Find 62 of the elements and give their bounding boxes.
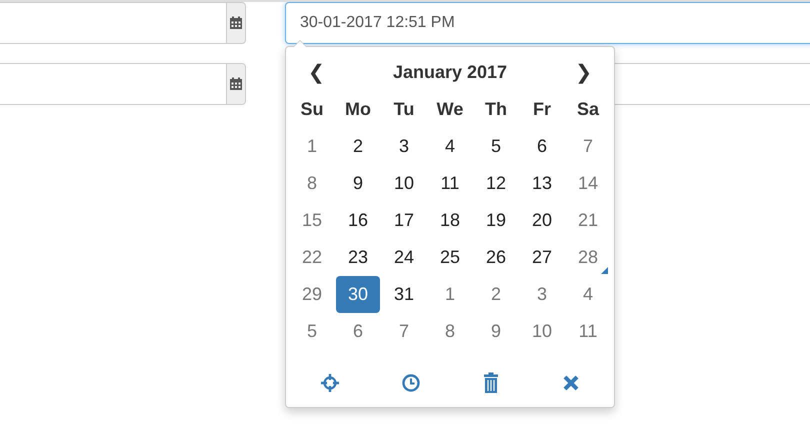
day-cell[interactable]: 6	[520, 128, 564, 165]
weekday-label: Th	[484, 98, 508, 121]
day-cell[interactable]: 30	[336, 276, 380, 313]
day-cell[interactable]: 15	[290, 202, 334, 239]
day-cell[interactable]: 3	[520, 276, 564, 313]
day-cell[interactable]: 13	[520, 165, 564, 202]
calendar-button[interactable]	[226, 2, 246, 44]
day-cell[interactable]: 5	[290, 313, 334, 350]
day-cell[interactable]: 26	[474, 239, 518, 276]
calendar-button[interactable]	[226, 63, 246, 105]
day-cell[interactable]: 7	[382, 313, 426, 350]
day-cell[interactable]: 24	[382, 239, 426, 276]
day-cell[interactable]: 2	[336, 128, 380, 165]
day-cell[interactable]: 21	[566, 202, 610, 239]
day-cell[interactable]: 3	[382, 128, 426, 165]
day-cell[interactable]: 14	[566, 165, 610, 202]
month-title[interactable]: January 2017	[392, 62, 508, 82]
next-month-button[interactable]: ❯	[565, 58, 602, 86]
day-cell[interactable]: 7	[566, 128, 610, 165]
day-cell[interactable]: 22	[290, 239, 334, 276]
day-cell[interactable]: 11	[566, 313, 610, 350]
day-cell[interactable]: 29	[290, 276, 334, 313]
day-cell[interactable]: 20	[520, 202, 564, 239]
date-input-field[interactable]	[0, 63, 226, 105]
day-cell[interactable]: 31	[382, 276, 426, 313]
day-cell[interactable]: 4	[428, 128, 472, 165]
previous-month-button[interactable]: ❮	[298, 58, 335, 86]
day-cell[interactable]: 4	[566, 276, 610, 313]
weekday-label: Mo	[344, 98, 372, 121]
date-input-field[interactable]	[0, 2, 226, 44]
day-cell[interactable]: 11	[428, 165, 472, 202]
day-cell[interactable]: 1	[290, 128, 334, 165]
day-cell[interactable]: 25	[428, 239, 472, 276]
day-cell[interactable]: 5	[474, 128, 518, 165]
day-cell[interactable]: 6	[336, 313, 380, 350]
day-cell[interactable]: 10	[520, 313, 564, 350]
day-cell[interactable]: 16	[336, 202, 380, 239]
clock-icon	[400, 373, 421, 393]
day-cell[interactable]: 9	[474, 313, 518, 350]
close-icon	[562, 374, 580, 392]
day-cell[interactable]: 8	[290, 165, 334, 202]
weekday-label: Su	[299, 98, 324, 121]
weekday-label: We	[436, 98, 464, 121]
day-cell[interactable]: 18	[428, 202, 472, 239]
day-cell[interactable]: 28	[566, 239, 610, 276]
day-cell[interactable]: 23	[336, 239, 380, 276]
day-cell[interactable]: 19	[474, 202, 518, 239]
day-cell[interactable]: 8	[428, 313, 472, 350]
calendar-icon	[229, 77, 243, 91]
calendar-icon	[229, 16, 243, 30]
crosshair-icon	[320, 373, 340, 393]
day-cell[interactable]: 9	[336, 165, 380, 202]
weekday-label: Tu	[392, 98, 416, 121]
day-cell[interactable]: 17	[382, 202, 426, 239]
date-time-input-field[interactable]: 30-01-2017 12:51 PM	[285, 2, 810, 44]
day-cell[interactable]: 2	[474, 276, 518, 313]
weekday-label: Fr	[532, 98, 552, 121]
weekday-label: Sa	[576, 98, 600, 121]
day-cell[interactable]: 1	[428, 276, 472, 313]
day-cell[interactable]: 10	[382, 165, 426, 202]
day-cell[interactable]: 27	[520, 239, 564, 276]
day-cell[interactable]: 12	[474, 165, 518, 202]
